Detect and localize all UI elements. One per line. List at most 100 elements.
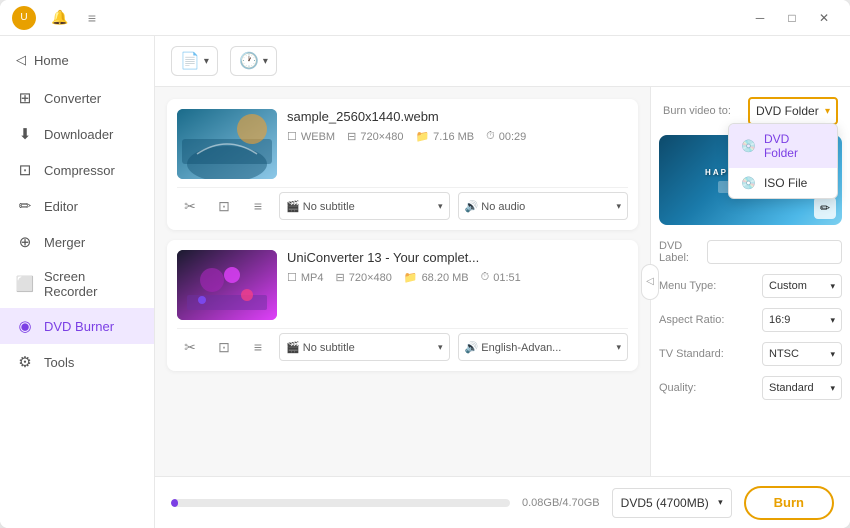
file-card: sample_2560x1440.webm ☐ WEBM ⊟ 720×480: [167, 99, 638, 230]
file-thumbnail: [177, 250, 277, 320]
cut-button[interactable]: ✂: [177, 193, 203, 219]
screen-recorder-icon: ⬜: [16, 275, 34, 293]
dvd-label-input[interactable]: [707, 240, 842, 264]
copy-button[interactable]: ⊡: [211, 334, 237, 360]
close-button[interactable]: ✕: [810, 4, 838, 32]
dvd-folder-icon: 💿: [741, 139, 756, 153]
sidebar-item-editor[interactable]: ✏ Editor: [0, 188, 154, 224]
burn-to-value: DVD Folder: [756, 104, 819, 118]
iso-file-label: ISO File: [764, 176, 807, 190]
content-area: 📄 ▾ 🕐 ▾: [155, 36, 850, 528]
file-info: UniConverter 13 - Your complet... ☐ MP4 …: [287, 250, 628, 284]
add-file-icon: 📄: [180, 51, 200, 71]
user-avatar-icon[interactable]: U: [12, 6, 36, 30]
bottom-bar: 0.08GB/4.70GB DVD5 (4700MB) ▾ Burn: [155, 476, 850, 528]
title-bar-icons: U 🔔 ≡: [12, 6, 100, 30]
maximize-button[interactable]: □: [778, 4, 806, 32]
progress-bar-container: [171, 499, 510, 507]
dropdown-item-iso-file[interactable]: 💿 ISO File: [729, 168, 837, 198]
title-bar-left: U 🔔 ≡: [12, 6, 100, 30]
file-info: sample_2560x1440.webm ☐ WEBM ⊟ 720×480: [287, 109, 628, 143]
resolution-icon: ⊟: [347, 130, 356, 143]
burn-button[interactable]: Burn: [744, 486, 834, 520]
sidebar-label-dvd-burner: DVD Burner: [44, 319, 114, 334]
converter-icon: ⊞: [16, 89, 34, 107]
sidebar-item-converter[interactable]: ⊞ Converter: [0, 80, 154, 116]
audio-dropdown-icon: ▾: [616, 342, 621, 353]
format-dropdown-icon: ▾: [718, 497, 723, 508]
collapse-handle-button[interactable]: ◁: [641, 264, 659, 300]
file-list-area: sample_2560x1440.webm ☐ WEBM ⊟ 720×480: [155, 87, 650, 476]
dvd-folder-label: DVD Folder: [764, 132, 825, 160]
sidebar-back-button[interactable]: ◁ Home: [0, 44, 154, 80]
file-card-bottom: ✂ ⊡ ≡ 🎬 No subtitle ▾ 🔊 No audio ▾: [177, 187, 628, 220]
compressor-icon: ⊡: [16, 161, 34, 179]
sidebar-label-merger: Merger: [44, 235, 85, 250]
tools-icon: ⚙: [16, 353, 34, 371]
aspect-ratio-row: Aspect Ratio: 16:9 ▾: [659, 305, 842, 335]
format-select-container: DVD5 (4700MB) ▾: [612, 488, 732, 518]
audio-dropdown-icon: ▾: [616, 201, 621, 212]
dvd-burner-icon: ◉: [16, 317, 34, 335]
audio-select[interactable]: 🔊 English-Advan... ▾: [458, 333, 629, 361]
sidebar-item-tools[interactable]: ⚙ Tools: [0, 344, 154, 380]
dvd-label-text: DVD Label:: [659, 240, 707, 264]
add-file-button[interactable]: 📄 ▾: [171, 46, 218, 76]
quality-dropdown-icon: ▾: [830, 383, 835, 394]
burn-to-label: Burn video to:: [663, 105, 731, 117]
copy-button[interactable]: ⊡: [211, 193, 237, 219]
size-icon: 📁: [404, 271, 418, 284]
file-resolution: ⊟ 720×480: [336, 271, 392, 284]
file-card: UniConverter 13 - Your complet... ☐ MP4 …: [167, 240, 638, 371]
cut-button[interactable]: ✂: [177, 334, 203, 360]
sidebar-label-downloader: Downloader: [44, 127, 113, 142]
progress-bar-fill: [171, 499, 178, 507]
file-size: 📁 7.16 MB: [415, 130, 474, 143]
format-select[interactable]: DVD5 (4700MB) ▾: [612, 488, 732, 518]
dropdown-item-dvd-folder[interactable]: 💿 DVD Folder: [729, 124, 837, 168]
menu-type-row: Menu Type: Custom ▾: [659, 271, 842, 301]
minimize-button[interactable]: ─: [746, 4, 774, 32]
menu-type-select[interactable]: Custom ▾: [762, 274, 842, 298]
preview-edit-button[interactable]: ✏: [814, 197, 836, 219]
sidebar-item-screen-recorder[interactable]: ⬜ Screen Recorder: [0, 260, 154, 308]
file-format: ☐ MP4: [287, 271, 324, 284]
content-toolbar: 📄 ▾ 🕐 ▾: [155, 36, 850, 87]
duration-icon: ⏱: [486, 130, 495, 143]
add-chapter-button[interactable]: 🕐 ▾: [230, 46, 277, 76]
file-meta: ☐ WEBM ⊟ 720×480 📁 7.16: [287, 130, 628, 143]
menu-type-label: Menu Type:: [659, 280, 716, 292]
quality-label: Quality:: [659, 382, 696, 394]
file-meta: ☐ MP4 ⊟ 720×480 📁 68.20: [287, 271, 628, 284]
dvd-label-row: DVD Label:: [659, 237, 842, 267]
sidebar-label-editor: Editor: [44, 199, 78, 214]
file-duration: ⏱ 00:29: [486, 130, 526, 143]
sidebar-item-merger[interactable]: ⊕ Merger: [0, 224, 154, 260]
subtitle-label: 🎬 No subtitle: [286, 200, 355, 213]
menu-type-dropdown-icon: ▾: [830, 281, 835, 292]
menu-type-value: Custom: [769, 280, 807, 292]
aspect-ratio-select[interactable]: 16:9 ▾: [762, 308, 842, 332]
subtitle-label: 🎬 No subtitle: [286, 341, 355, 354]
subtitle-dropdown-icon: ▾: [438, 342, 443, 353]
notification-icon[interactable]: 🔔: [52, 10, 68, 26]
add-chapter-dropdown-icon: ▾: [263, 56, 268, 67]
add-file-dropdown-icon: ▾: [204, 56, 209, 67]
subtitle-select[interactable]: 🎬 No subtitle ▾: [279, 192, 450, 220]
sidebar-item-downloader[interactable]: ⬇ Downloader: [0, 116, 154, 152]
menu-icon[interactable]: ≡: [84, 10, 100, 26]
burn-to-select[interactable]: DVD Folder ▾: [748, 97, 838, 125]
quality-row: Quality: Standard ▾: [659, 373, 842, 403]
sidebar-item-compressor[interactable]: ⊡ Compressor: [0, 152, 154, 188]
sidebar-item-dvd-burner[interactable]: ◉ DVD Burner: [0, 308, 154, 344]
subtitle-select[interactable]: 🎬 No subtitle ▾: [279, 333, 450, 361]
aspect-ratio-value: 16:9: [769, 314, 790, 326]
audio-label: 🔊 No audio: [465, 200, 526, 213]
sidebar: ◁ Home ⊞ Converter ⬇ Downloader ⊡ Compre…: [0, 36, 155, 528]
more-button[interactable]: ≡: [245, 193, 271, 219]
more-button[interactable]: ≡: [245, 334, 271, 360]
title-bar: U 🔔 ≡ ─ □ ✕: [0, 0, 850, 36]
quality-select[interactable]: Standard ▾: [762, 376, 842, 400]
tv-standard-select[interactable]: NTSC ▾: [762, 342, 842, 366]
audio-select[interactable]: 🔊 No audio ▾: [458, 192, 629, 220]
